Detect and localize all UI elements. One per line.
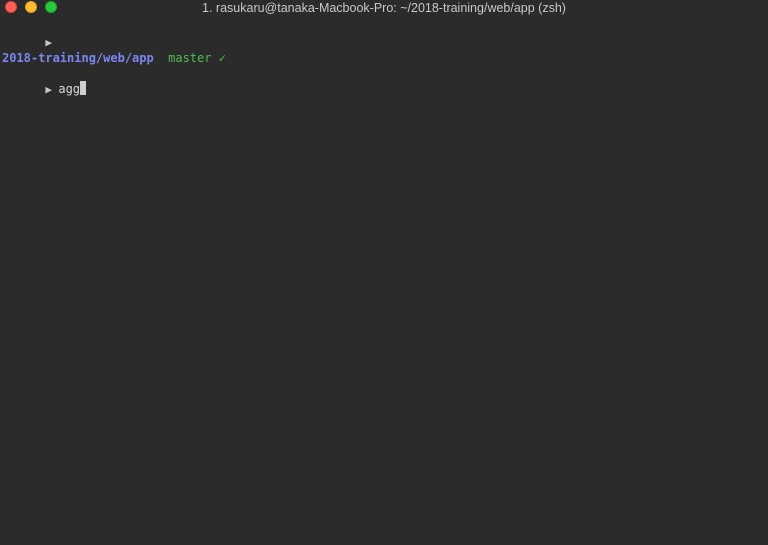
command-line[interactable]: ▶ agg bbox=[2, 66, 87, 96]
command-input[interactable]: agg bbox=[58, 82, 80, 96]
prompt-line-empty: ▶ bbox=[2, 20, 59, 49]
prompt-arrow-icon: ▶ bbox=[45, 36, 52, 49]
git-clean-icon: ✓ bbox=[218, 51, 226, 65]
terminal-content[interactable]: ▶ 2018-training/web/app master ✓ ▶ agg bbox=[2, 16, 768, 545]
prompt-arrow-icon: ▶ bbox=[45, 83, 52, 96]
window-title: 1. rasukaru@tanaka-Macbook-Pro: ~/2018-t… bbox=[202, 1, 566, 15]
prompt-info-line: 2018-training/web/app master ✓ bbox=[2, 51, 226, 66]
text-cursor bbox=[80, 81, 87, 95]
current-path: 2018-training/web/app bbox=[2, 51, 154, 65]
terminal-window: 1. rasukaru@tanaka-Macbook-Pro: ~/2018-t… bbox=[0, 0, 768, 545]
title-bar: 1. rasukaru@tanaka-Macbook-Pro: ~/2018-t… bbox=[0, 0, 768, 16]
git-branch: master bbox=[168, 51, 212, 65]
